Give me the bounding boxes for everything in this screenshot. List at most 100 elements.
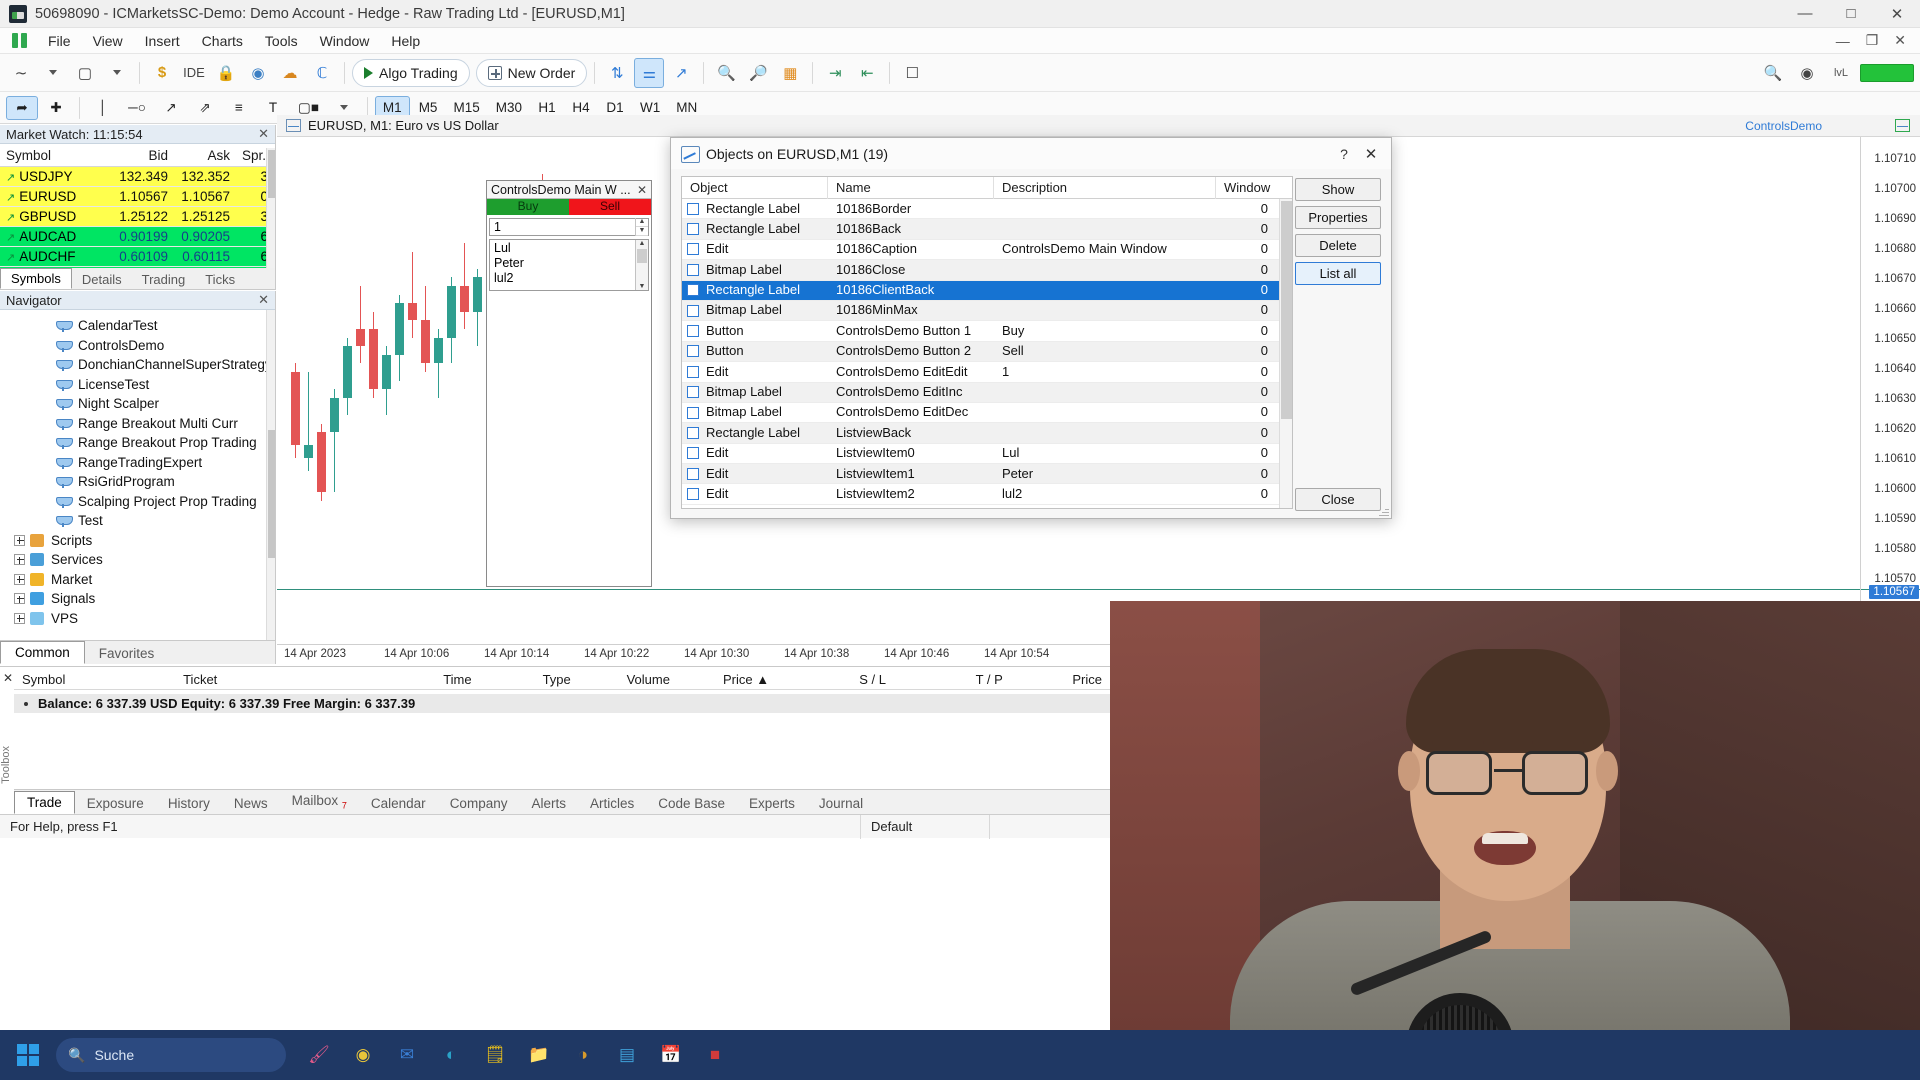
market-watch-tab-symbols[interactable]: Symbols — [0, 268, 72, 289]
dialog-button-properties[interactable]: Properties — [1295, 206, 1381, 229]
objects-grid-row[interactable]: Rectangle Label10186Back0 — [682, 219, 1292, 239]
navigator-root-services[interactable]: Services — [0, 550, 275, 570]
algo-trading-button[interactable]: Algo Trading — [352, 59, 470, 87]
taskbar-search-box[interactable]: 🔍 Suche — [56, 1038, 286, 1072]
menu-tools[interactable]: Tools — [254, 30, 309, 52]
row-checkbox[interactable] — [687, 264, 699, 276]
objects-dialog-close-action[interactable]: Close — [1295, 488, 1381, 511]
spinner-control[interactable]: ▲ ▼ — [635, 218, 648, 236]
zoom-in-icon[interactable]: 🔍 — [711, 58, 741, 88]
navigator-scrollbar[interactable] — [266, 310, 275, 640]
start-button[interactable] — [0, 1030, 56, 1080]
objects-grid-row[interactable]: EditListviewItem1Peter0 — [682, 464, 1292, 484]
buy-button[interactable]: Buy — [487, 199, 569, 215]
market-watch-tab-ticks[interactable]: Ticks — [195, 270, 245, 289]
column-object[interactable]: Object — [682, 177, 828, 199]
search-icon[interactable]: 🔍 — [1758, 58, 1788, 88]
chart-type-dropdown-icon[interactable] — [38, 58, 68, 88]
spinner-down-icon[interactable]: ▼ — [636, 227, 648, 236]
navigator-close-icon[interactable]: ✕ — [258, 292, 269, 308]
navigator-expert-item[interactable]: ControlsDemo — [0, 336, 275, 356]
grid-icon[interactable]: ▦ — [775, 58, 805, 88]
maximize-button[interactable]: □ — [1828, 0, 1874, 28]
toolbox-tab-alerts[interactable]: Alerts — [519, 793, 578, 814]
zoom-out-icon[interactable]: 🔎 — [743, 58, 773, 88]
row-checkbox[interactable] — [687, 203, 699, 215]
taskbar-folder-icon[interactable]: 📁 — [522, 1038, 556, 1072]
objects-grid-scroll-thumb[interactable] — [1281, 201, 1292, 419]
row-checkbox[interactable] — [687, 325, 699, 337]
crosshair-icon[interactable]: ✚ — [40, 96, 72, 120]
dialog-button-delete[interactable]: Delete — [1295, 234, 1381, 257]
taskbar-mail-icon[interactable]: ✉ — [390, 1038, 424, 1072]
navigator-tab-favorites[interactable]: Favorites — [85, 643, 169, 664]
tester-icon[interactable]: ◉ — [243, 58, 273, 88]
objects-grid-row[interactable]: Bitmap LabelControlsDemo EditInc0 — [682, 383, 1292, 403]
objects-grid-row[interactable]: EditControlsDemo EditEdit10 — [682, 362, 1292, 382]
listview-scroll-thumb[interactable] — [637, 249, 647, 263]
expand-icon[interactable] — [14, 554, 25, 565]
market-watch-row[interactable]: ↗USDJPY132.349132.3523 — [0, 167, 275, 187]
navigator-root-signals[interactable]: Signals — [0, 589, 275, 609]
market-watch-scrollbar[interactable] — [266, 148, 275, 272]
toolbox-tab-news[interactable]: News — [222, 793, 280, 814]
navigator-expert-item[interactable]: RangeTradingExpert — [0, 453, 275, 473]
spinner-up-icon[interactable]: ▲ — [636, 218, 648, 227]
toolbox-column-volume[interactable]: Volume — [579, 672, 678, 687]
new-order-button[interactable]: New Order — [476, 59, 588, 87]
navigator-expert-item[interactable]: Test — [0, 511, 275, 531]
taskbar-metatrader-icon[interactable]: ◑ — [566, 1038, 600, 1072]
column-bid[interactable]: Bid — [112, 148, 174, 163]
toolbox-tab-experts[interactable]: Experts — [737, 793, 807, 814]
taskbar-editor-icon[interactable]: ▤ — [610, 1038, 644, 1072]
channel-icon[interactable]: ⇗ — [189, 96, 221, 120]
screenshot-icon[interactable]: ☐ — [897, 58, 927, 88]
row-checkbox[interactable] — [687, 447, 699, 459]
row-checkbox[interactable] — [687, 243, 699, 255]
navigator-expert-item[interactable]: RsiGridProgram — [0, 472, 275, 492]
market-watch-tab-details[interactable]: Details — [72, 270, 132, 289]
column-name[interactable]: Name — [828, 177, 994, 199]
toolbox-column-price[interactable]: Price — [1011, 672, 1110, 687]
currency-icon[interactable]: $ — [147, 58, 177, 88]
toolbox-tab-articles[interactable]: Articles — [578, 793, 646, 814]
close-button[interactable]: ✕ — [1874, 0, 1920, 28]
taskbar-notes-icon[interactable]: 🗒 — [478, 1038, 512, 1072]
objects-dialog-close-button[interactable]: ✕ — [1357, 142, 1385, 166]
lock-icon[interactable]: 🔒 — [211, 58, 241, 88]
controls-demo-listview[interactable]: LulPeterlul2 ▲ ▼ — [489, 239, 649, 291]
navigator-expert-item[interactable]: Night Scalper — [0, 394, 275, 414]
price-scale[interactable]: 1.107101.107001.106901.106801.106701.106… — [1860, 137, 1920, 645]
dialog-button-list-all[interactable]: List all — [1295, 262, 1381, 285]
objects-grid-row[interactable]: Rectangle Label10186Border0 — [682, 199, 1292, 219]
toolbox-column-price[interactable]: Price ▲ — [678, 672, 777, 687]
navigator-root-vps[interactable]: VPS — [0, 609, 275, 629]
toolbox-column-ticket[interactable]: Ticket — [175, 672, 301, 687]
toolbox-column-symbol[interactable]: Symbol — [14, 672, 175, 687]
menu-insert[interactable]: Insert — [134, 30, 191, 52]
navigator-expert-item[interactable]: Scalping Project Prop Trading — [0, 492, 275, 512]
help-button[interactable]: ? — [1331, 142, 1357, 166]
fibonacci-icon[interactable]: ≡ — [223, 96, 255, 120]
templates-dropdown-icon[interactable] — [102, 58, 132, 88]
menu-window[interactable]: Window — [309, 30, 381, 52]
taskbar-edge-icon[interactable]: ◐ — [434, 1038, 468, 1072]
cursor-icon[interactable]: ➦ — [6, 96, 38, 120]
listview-scroll-up-icon[interactable]: ▲ — [636, 240, 648, 247]
expand-icon[interactable] — [14, 613, 25, 624]
column-window[interactable]: Window — [1216, 177, 1276, 199]
objects-grid-scrollbar[interactable] — [1279, 199, 1292, 508]
listview-item[interactable]: Peter — [494, 256, 635, 271]
column-ask[interactable]: Ask — [174, 148, 236, 163]
listview-item[interactable]: Lul — [494, 241, 635, 256]
toolbox-tab-history[interactable]: History — [156, 793, 222, 814]
row-checkbox[interactable] — [687, 427, 699, 439]
objects-grid-row[interactable]: Rectangle Label10186ClientBack0 — [682, 281, 1292, 301]
toolbox-tab-calendar[interactable]: Calendar — [359, 793, 438, 814]
expand-icon[interactable] — [14, 535, 25, 546]
objects-grid-row[interactable]: Bitmap Label10186Close0 — [682, 260, 1292, 280]
listview-scrollbar[interactable]: ▲ ▼ — [635, 240, 648, 290]
vertical-line-icon[interactable]: │ — [87, 96, 119, 120]
toolbox-column-type[interactable]: Type — [480, 672, 579, 687]
taskbar-app-icon[interactable]: ■ — [698, 1038, 732, 1072]
